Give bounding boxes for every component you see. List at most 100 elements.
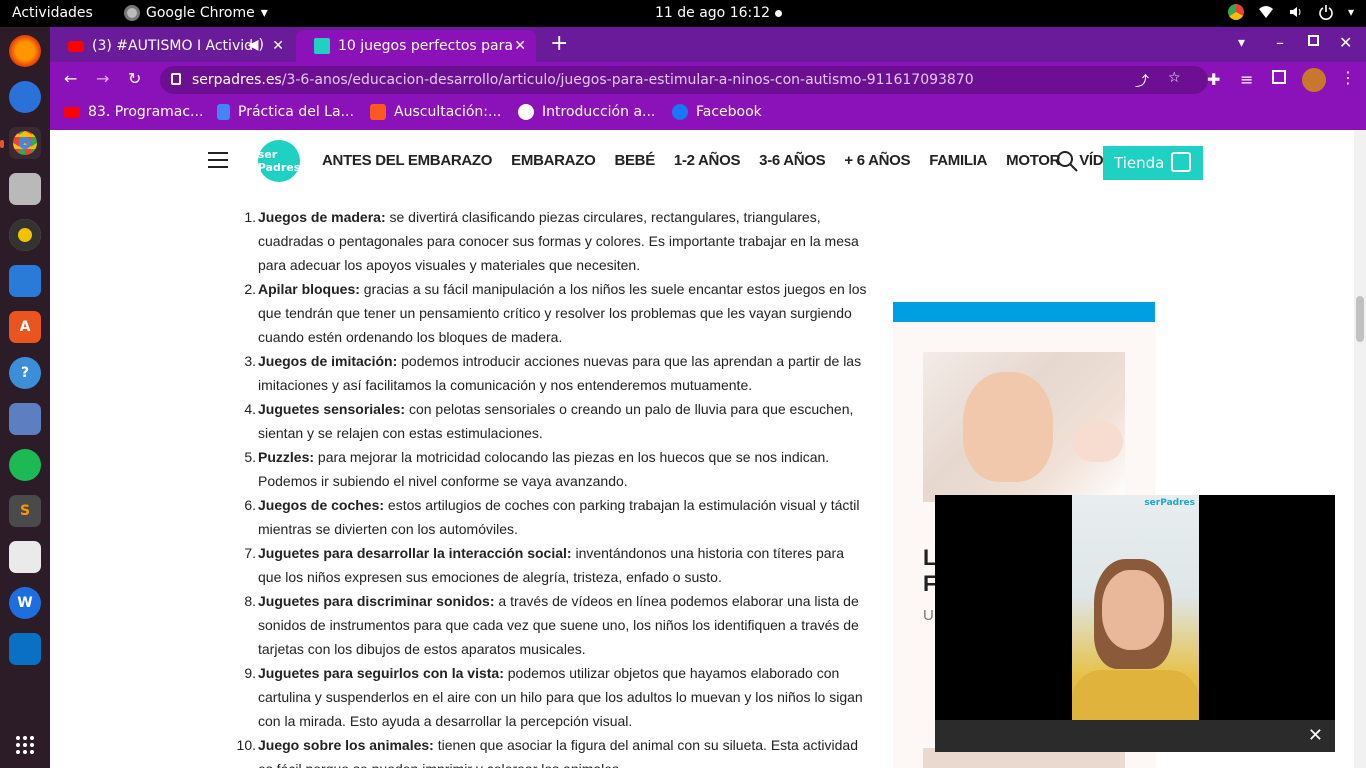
bookmark-item[interactable]: Facebook [672, 104, 762, 120]
side-panel-icon[interactable] [1272, 70, 1286, 84]
text-editor-icon[interactable] [9, 541, 41, 573]
page-scrollbar[interactable] [1354, 130, 1366, 768]
shop-button[interactable]: Tienda [1103, 146, 1203, 180]
video-frame[interactable]: serPadres [1072, 495, 1199, 720]
nav-link[interactable]: BEBÉ [614, 152, 655, 169]
floating-video-player[interactable]: serPadres ✕ [935, 495, 1335, 752]
chevron-down-icon[interactable]: ▾ [1348, 5, 1354, 19]
forward-icon[interactable]: → [96, 69, 109, 88]
tab-youtube[interactable]: (3) #AUTISMO I Activid ◀) ✕ [50, 30, 294, 62]
nav-link[interactable]: 3-6 AÑOS [759, 152, 826, 169]
extensions-icon[interactable]: ✚ [1207, 70, 1220, 89]
nav-link[interactable]: EMBARAZO [511, 152, 596, 169]
tab-title: (3) #AUTISMO I Activid [92, 38, 252, 54]
power-icon[interactable] [1318, 4, 1334, 20]
show-apps-icon[interactable] [9, 729, 41, 761]
chrome-icon[interactable] [9, 127, 41, 159]
virtualbox-icon[interactable] [9, 403, 41, 435]
scrollbar-thumb[interactable] [1356, 296, 1364, 342]
article-list: 1. Juegos de madera: se divertirá clasifi… [230, 205, 870, 768]
menu-icon[interactable]: ⋮ [1340, 68, 1356, 87]
bookmark-item[interactable]: Práctica del La... [217, 104, 354, 120]
reload-icon[interactable]: ↻ [128, 69, 141, 88]
tab-search-icon[interactable]: ▾ [1238, 35, 1245, 51]
list-item: 3. Juegos de imitación: podemos introduci… [230, 349, 870, 397]
tab-serpadres[interactable]: 10 juegos perfectos para e ✕ [296, 30, 536, 62]
nav-link[interactable]: FAMILIA [929, 152, 987, 169]
system-tray[interactable]: ▾ [1227, 4, 1354, 20]
close-tab-icon[interactable]: ✕ [514, 38, 526, 54]
search-icon[interactable] [1056, 150, 1078, 172]
hamburger-menu-icon[interactable] [208, 152, 228, 168]
spotify-icon[interactable] [9, 449, 41, 481]
activities-button[interactable]: Actividades [12, 5, 93, 21]
back-icon[interactable]: ← [64, 69, 77, 88]
browser-toolbar: ← → ↻ serpadres.es/3-6-anos/educacion-de… [50, 62, 1366, 98]
list-number: 7. [244, 545, 256, 561]
webstorm-icon[interactable]: W [9, 587, 41, 619]
docs-icon [217, 104, 230, 120]
hand-figure [1073, 422, 1123, 462]
chrome-indicator-icon[interactable] [1227, 4, 1244, 20]
globe-icon [518, 104, 534, 120]
sidebar-article-image[interactable] [923, 352, 1125, 502]
list-item: 8. Juguetes para discriminar sonidos: a t… [230, 589, 870, 661]
video-control-bar: ✕ [935, 720, 1335, 752]
sidebar-header-band [893, 302, 1155, 322]
list-number: 9. [244, 665, 256, 681]
firefox-icon[interactable] [9, 35, 41, 67]
serpadres-icon [314, 38, 330, 54]
maximize-icon[interactable] [1308, 35, 1319, 46]
profile-avatar[interactable] [1302, 68, 1326, 92]
page-icon [370, 104, 386, 120]
address-bar[interactable]: serpadres.es/3-6-anos/educacion-desarrol… [160, 66, 1208, 94]
lock-icon[interactable] [171, 73, 181, 85]
youtube-icon [64, 106, 80, 118]
close-window-icon[interactable]: ✕ [1339, 33, 1352, 52]
help-icon[interactable]: ? [9, 357, 41, 389]
url-path: /3-6-anos/educacion-desarrollo/articulo/… [281, 72, 974, 88]
nav-link[interactable]: 1-2 AÑOS [674, 152, 741, 169]
bookmark-star-icon[interactable]: ☆ [1168, 70, 1181, 86]
close-tab-icon[interactable]: ✕ [272, 38, 284, 54]
thunderbird-icon[interactable] [9, 81, 41, 113]
list-item: 10. Juego sobre los animales: tienen que … [230, 733, 870, 768]
youtube-icon [68, 40, 84, 52]
list-number: 2. [244, 281, 256, 297]
bookmark-item[interactable]: 83. Programac... [64, 104, 203, 120]
app-menu[interactable]: Google Chrome ▾ [124, 5, 268, 21]
app-name: Google Chrome [146, 5, 255, 21]
sublime-icon[interactable]: S [9, 495, 41, 527]
list-item: 7. Juguetes para desarrollar la interacci… [230, 541, 870, 589]
nav-link[interactable]: MOTOR [1006, 152, 1060, 169]
new-tab-button[interactable]: + [550, 31, 568, 56]
site-logo[interactable]: ser Padres [258, 140, 300, 182]
files-icon[interactable] [9, 173, 41, 205]
bookmark-item[interactable]: Introducción a... [518, 104, 655, 120]
item-title: Juguetes sensoriales: [258, 401, 406, 417]
tab-title: 10 juegos perfectos para e [338, 38, 518, 54]
close-icon[interactable]: ✕ [1308, 725, 1323, 746]
item-title: Juguetes para seguirlos con la vista: [258, 665, 504, 681]
software-icon[interactable]: A [9, 311, 41, 343]
item-title: Juegos de imitación: [258, 353, 398, 369]
clock[interactable]: 11 de ago 16:12 [655, 5, 770, 21]
wifi-icon[interactable] [1258, 4, 1274, 20]
bookmark-item[interactable]: Auscultación:... [370, 104, 501, 120]
share-icon[interactable]: ⤴ [1135, 71, 1149, 91]
minimize-icon[interactable]: – [1276, 33, 1284, 52]
volume-icon[interactable] [1288, 4, 1304, 20]
site-nav: ANTES DEL EMBARAZO EMBARAZO BEBÉ 1-2 AÑO… [322, 152, 1153, 169]
list-number: 3. [244, 353, 256, 369]
list-item: 6. Juegos de coches: estos artilugios de … [230, 493, 870, 541]
rhythmbox-icon[interactable] [9, 219, 41, 251]
nav-link[interactable]: ANTES DEL EMBARAZO [322, 152, 492, 169]
writer-icon[interactable] [9, 265, 41, 297]
list-item: 9. Juguetes para seguirlos con la vista: … [230, 661, 870, 733]
shop-label: Tienda [1114, 154, 1165, 172]
audio-icon[interactable]: ◀) [248, 37, 264, 53]
nav-link[interactable]: + 6 AÑOS [844, 152, 910, 169]
media-control-icon[interactable]: ≡ [1240, 70, 1253, 89]
vscode-icon[interactable] [9, 633, 41, 665]
list-number: 4. [244, 401, 256, 417]
